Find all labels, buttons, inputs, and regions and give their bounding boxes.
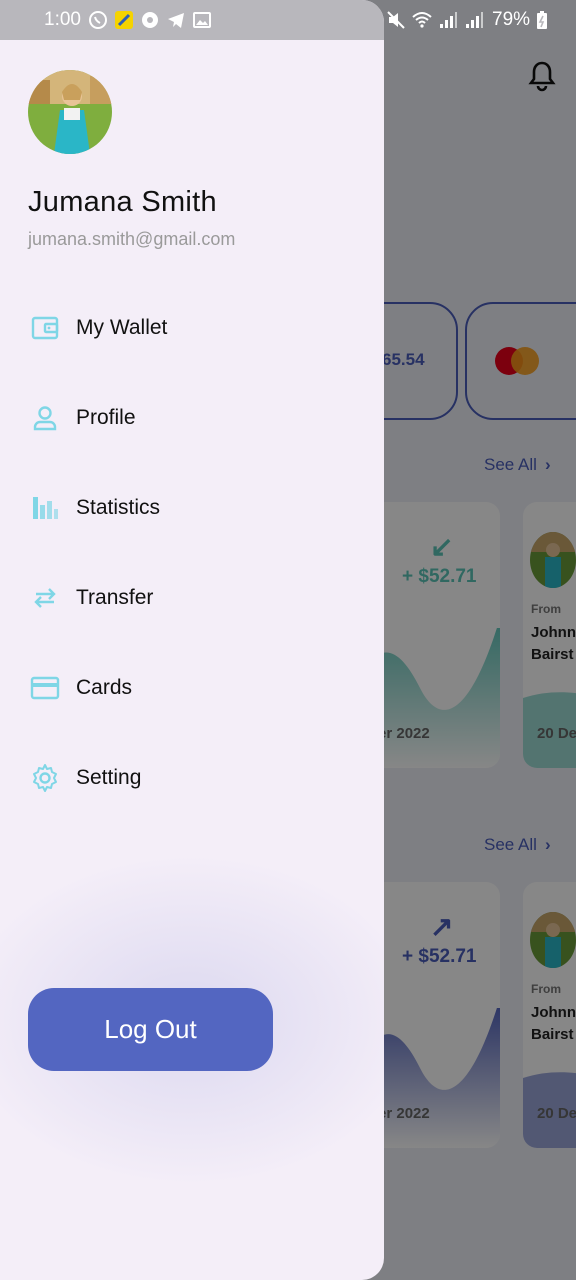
swap-arrows-icon	[34, 588, 56, 608]
battery-charging-icon	[537, 11, 548, 29]
menu-label: Cards	[76, 676, 133, 699]
telegram-icon	[168, 13, 184, 28]
menu-label: Setting	[76, 766, 142, 789]
user-name: Jumana Smith	[28, 186, 217, 218]
menu-item-setting[interactable]: Setting	[0, 733, 384, 823]
menu-item-profile[interactable]: Profile	[0, 373, 384, 463]
menu-label: Transfer	[76, 586, 154, 609]
bar-chart-icon	[33, 497, 58, 519]
logout-button[interactable]: Log Out	[28, 988, 273, 1071]
avatar[interactable]	[28, 70, 112, 154]
app-notification-icon	[115, 11, 133, 29]
user-email: jumana.smith@gmail.com	[28, 229, 236, 249]
navigation-drawer: Jumana Smith jumana.smith@gmail.com My W…	[0, 0, 384, 1280]
status-notification-icons	[88, 10, 212, 30]
gear-icon	[33, 764, 57, 792]
menu-item-statistics[interactable]: Statistics	[0, 463, 384, 553]
menu-item-my-wallet[interactable]: My Wallet	[0, 283, 384, 373]
status-system-icons: 79%	[386, 9, 548, 31]
wallet-icon	[31, 316, 59, 340]
credit-card-icon	[30, 676, 60, 700]
app-notification-icon	[142, 12, 158, 28]
signal-icon	[466, 12, 483, 28]
menu-label: Profile	[76, 406, 136, 429]
menu-item-cards[interactable]: Cards	[0, 643, 384, 733]
person-icon	[33, 406, 57, 431]
gallery-icon	[193, 12, 211, 28]
wifi-icon	[412, 12, 432, 28]
menu-item-transfer[interactable]: Transfer	[0, 553, 384, 643]
menu-label: Statistics	[76, 496, 161, 519]
signal-icon	[440, 12, 457, 28]
whatsapp-icon	[89, 11, 107, 29]
status-time: 1:00	[44, 9, 81, 30]
mute-icon	[387, 11, 405, 29]
battery-percent: 79%	[492, 9, 531, 30]
menu-label: My Wallet	[76, 316, 168, 339]
